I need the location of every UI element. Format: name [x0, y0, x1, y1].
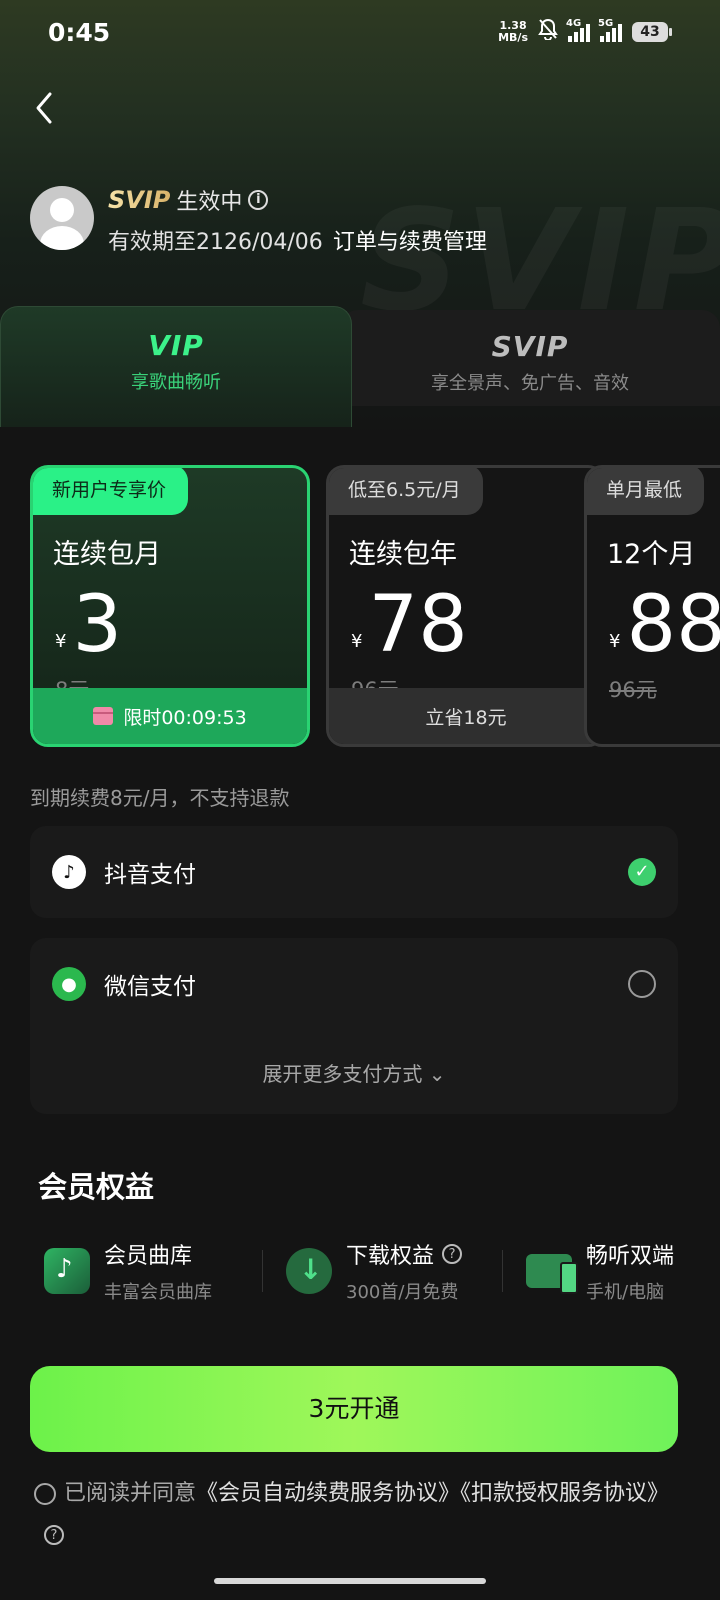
payment-option-douyin[interactable]: ♪ 抖音支付 ✓ [30, 826, 678, 918]
benefit-music-library[interactable]: 会员曲库 丰富会员曲库 [44, 1236, 212, 1306]
benefit-text: 畅听双端 手机/电脑 [586, 1238, 674, 1304]
wechat-icon: ● [52, 967, 86, 1001]
benefit-subtitle: 300首/月免费 [346, 1282, 459, 1303]
tab-title: VIP [148, 329, 204, 362]
clock: 0:45 [48, 18, 111, 47]
countdown-text: 限时00:09:53 [123, 706, 247, 729]
original-price: 96元 [609, 678, 657, 702]
status-icons: 1.38 MB/s 4G 5G 43 [498, 18, 672, 45]
payment-row: ● 微信支付 [30, 938, 678, 1030]
payment-row: ♪ 抖音支付 ✓ [30, 826, 678, 918]
douyin-icon: ♪ [52, 855, 86, 889]
expiry-line: 有效期至2126/04/06 订单与续费管理 [108, 224, 487, 256]
plan-tag: 新用户专享价 [33, 468, 189, 515]
more-payment-button[interactable]: 展开更多支付方式 ⌄ [30, 1036, 678, 1114]
music-library-icon [44, 1248, 90, 1294]
radio-unchecked-icon[interactable] [628, 970, 656, 998]
tab-subtitle: 享全景声、免广告、音效 [431, 373, 629, 394]
status-text: 生效中 [176, 190, 243, 215]
status-bar: 0:45 1.38 MB/s 4G 5G 43 [0, 0, 720, 64]
signal-5g-icon: 5G [598, 18, 622, 42]
benefits-title: 会员权益 [38, 1170, 155, 1204]
currency-symbol: ¥ [55, 631, 67, 652]
benefit-subtitle: 手机/电脑 [586, 1282, 665, 1303]
benefit-download[interactable]: 下载权益? 300首/月免费 [286, 1236, 463, 1306]
plan-card-monthly[interactable]: 新用户专享价 连续包月 ¥ 3 8元 限时00:09:53 [30, 465, 310, 747]
benefit-text: 下载权益? 300首/月免费 [346, 1238, 463, 1304]
plan-tag: 单月最低 [587, 468, 705, 515]
benefit-title: 会员曲库 [104, 1244, 193, 1269]
gift-icon [93, 707, 114, 725]
membership-status: SVIP 生效中 i [108, 184, 269, 216]
devices-icon [526, 1254, 578, 1294]
help-icon[interactable]: ? [442, 1244, 463, 1264]
plan-footer: 立省18元 [329, 688, 603, 744]
currency-symbol: ¥ [351, 631, 363, 652]
download-icon [286, 1248, 332, 1294]
price-amount: 88 [626, 580, 720, 670]
plan-price: ¥ 3 [55, 586, 122, 664]
agree-checkbox[interactable] [34, 1483, 56, 1505]
renew-note: 到期续费8元/月，不支持退款 [30, 786, 290, 810]
tab-svip[interactable]: SVIP 享全景声、免广告、音效 [340, 310, 720, 406]
radio-checked-icon[interactable]: ✓ [628, 858, 656, 886]
info-icon[interactable]: i [248, 190, 269, 210]
benefit-title: 下载权益? [346, 1238, 463, 1270]
divider [502, 1250, 503, 1292]
payment-label: 抖音支付 [104, 862, 196, 888]
chevron-left-icon [36, 92, 52, 124]
plan-price: ¥ 88 [609, 586, 720, 664]
benefit-subtitle: 丰富会员曲库 [104, 1282, 212, 1303]
divider [262, 1250, 263, 1292]
help-icon[interactable]: ? [44, 1525, 64, 1545]
plan-card-yearly[interactable]: 低至6.5元/月 连续包年 ¥ 78 96元 立省18元 [326, 465, 606, 747]
avatar[interactable] [30, 186, 94, 250]
expiry-date: 有效期至2126/04/06 [108, 230, 323, 255]
network-speed: 1.38 MB/s [498, 18, 528, 44]
agree-prefix: 已阅读并同意 [64, 1481, 197, 1506]
plan-footer: 限时00:09:53 [33, 688, 307, 744]
tab-title: SVIP [491, 330, 569, 363]
plan-name: 12个月 [607, 539, 696, 570]
benefit-title: 畅听双端 [586, 1244, 675, 1269]
payment-label: 微信支付 [104, 974, 196, 1000]
tab-subtitle: 享歌曲畅听 [131, 372, 221, 393]
chevron-down-icon: ⌄ [428, 1062, 446, 1086]
back-button[interactable] [28, 88, 68, 128]
home-indicator[interactable] [214, 1578, 486, 1584]
agreement: 已阅读并同意《会员自动续费服务协议》《扣款授权服务协议》 ? [34, 1476, 694, 1548]
avatar-head [50, 198, 74, 222]
plan-tag: 低至6.5元/月 [329, 468, 483, 515]
benefit-dual-device[interactable]: 畅听双端 手机/电脑 [526, 1236, 674, 1306]
svip-badge: SVIP [108, 186, 171, 214]
payment-option-wechat[interactable]: ● 微信支付 [30, 938, 678, 1038]
plan-card-12-months[interactable]: 单月最低 12个月 ¥ 88 96元 [584, 465, 720, 747]
order-manage-link[interactable]: 订单与续费管理 [333, 224, 487, 256]
currency-symbol: ¥ [609, 631, 621, 652]
plan-price: ¥ 78 [351, 586, 468, 664]
more-payment-label: 展开更多支付方式 [262, 1062, 423, 1086]
tab-vip[interactable]: VIP 享歌曲畅听 [0, 306, 352, 427]
benefit-text: 会员曲库 丰富会员曲库 [104, 1238, 212, 1304]
price-amount: 78 [368, 580, 468, 670]
savings-text: 立省18元 [425, 706, 507, 729]
activate-button[interactable]: 3元开通 [30, 1366, 678, 1452]
bell-muted-icon [538, 18, 558, 45]
plan-name: 连续包年 [349, 539, 457, 570]
avatar-body [40, 226, 84, 250]
plan-tabs: SVIP 享全景声、免广告、音效 VIP 享歌曲畅听 [0, 306, 720, 427]
signal-4g-icon: 4G [566, 18, 590, 42]
battery-icon: 43 [632, 21, 672, 42]
price-amount: 3 [72, 580, 123, 670]
plan-list: 新用户专享价 连续包月 ¥ 3 8元 限时00:09:53 低至6.5元/月 连… [0, 445, 720, 765]
debit-authorization-link[interactable]: 《扣款授权服务协议》 [460, 1481, 669, 1506]
plan-name: 连续包月 [53, 539, 161, 570]
auto-renew-agreement-link[interactable]: 《会员自动续费服务协议》 [196, 1481, 460, 1506]
